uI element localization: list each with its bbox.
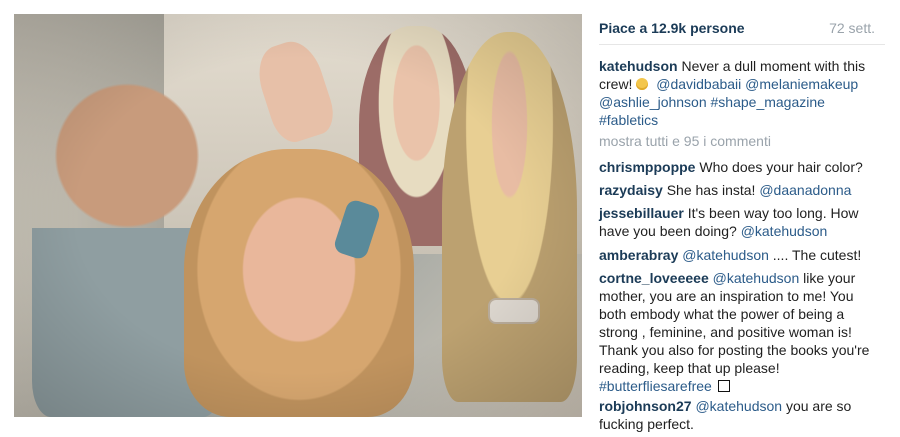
instagram-post-view: Piace a 12.9k persone 72 sett. katehudso… (0, 0, 900, 437)
comment-item: amberabray @katehudson .... The cutest! (599, 246, 883, 264)
comment-author[interactable]: cortne_loveeeee (599, 270, 709, 286)
mention-ashlie-johnson[interactable]: @ashlie_johnson (599, 94, 707, 110)
comment-author[interactable]: razydaisy (599, 182, 663, 198)
comment-mention[interactable]: @katehudson (741, 223, 828, 239)
comment-item: razydaisy She has insta! @daanadonna (599, 181, 883, 199)
show-all-comments-link[interactable]: mostra tutti e 95 i commenti (599, 133, 771, 149)
comment-author[interactable]: jessebillauer (599, 205, 684, 221)
comment-item: chrismppoppe Who does your hair color? (599, 158, 883, 176)
comment-author[interactable]: robjohnson27 (599, 398, 692, 414)
comment-mention[interactable]: @katehudson (682, 247, 769, 263)
comment-item: jessebillauer It's been way too long. Ho… (599, 204, 883, 240)
mention-davidbabaii[interactable]: @davidbabaii (656, 76, 741, 92)
comment-item: robjohnson27 @katehudson you are so fuck… (599, 397, 883, 433)
comment-hashtag[interactable]: #butterfliesarefree (599, 378, 712, 394)
caption-author[interactable]: katehudson (599, 58, 678, 74)
comment-text: .... The cutest! (772, 247, 862, 263)
comment-mention[interactable]: @daanadonna (759, 182, 851, 198)
comment-mention[interactable]: @katehudson (713, 270, 800, 286)
comment-text: She has insta! (666, 182, 756, 198)
likes-count[interactable]: Piace a 12.9k persone (599, 20, 745, 36)
post-caption: katehudson Never a dull moment with this… (599, 57, 881, 129)
likes-row: Piace a 12.9k persone 72 sett. (599, 20, 885, 40)
comment-text: Who does your hair color? (699, 159, 863, 175)
hashtag-fabletics[interactable]: #fabletics (599, 112, 658, 128)
mention-melaniemakeup[interactable]: @melaniemakeup (745, 76, 858, 92)
comment-item: cortne_loveeeee @katehudson like your mo… (599, 269, 883, 395)
group-selfie-photo[interactable] (14, 14, 582, 417)
grinning-face-icon (636, 78, 649, 90)
square-icon (717, 380, 730, 392)
comment-mention[interactable]: @katehudson (695, 398, 782, 414)
photo-vignette (14, 14, 582, 417)
post-age[interactable]: 72 sett. (829, 20, 875, 36)
header-divider (599, 44, 885, 45)
hashtag-shape-magazine[interactable]: #shape_magazine (711, 94, 825, 110)
post-sidebar: Piace a 12.9k persone 72 sett. katehudso… (599, 0, 885, 437)
comment-author[interactable]: chrismppoppe (599, 159, 695, 175)
comment-author[interactable]: amberabray (599, 247, 678, 263)
